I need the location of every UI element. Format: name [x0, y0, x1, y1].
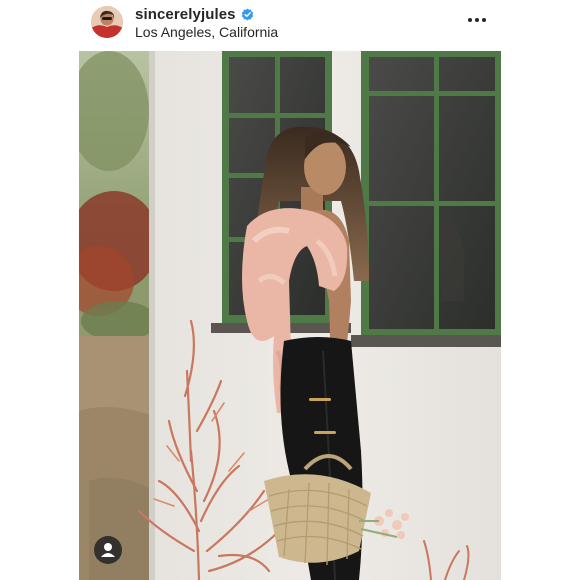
avatar-image: [91, 6, 123, 38]
username-link[interactable]: sincerelyjules: [135, 6, 236, 23]
username-row: sincerelyjules: [135, 5, 254, 23]
post-photo[interactable]: [79, 51, 501, 580]
verified-badge-icon: [241, 8, 254, 21]
tagged-users-icon: [101, 543, 115, 557]
post-header: sincerelyjules Los Angeles, California: [0, 0, 580, 48]
photo-illustration: [79, 51, 501, 580]
avatar[interactable]: [91, 6, 123, 38]
location-link[interactable]: Los Angeles, California: [135, 24, 278, 40]
more-options-button[interactable]: [466, 10, 488, 30]
more-options-icon: [468, 18, 486, 22]
tagged-users-button[interactable]: [94, 536, 122, 564]
